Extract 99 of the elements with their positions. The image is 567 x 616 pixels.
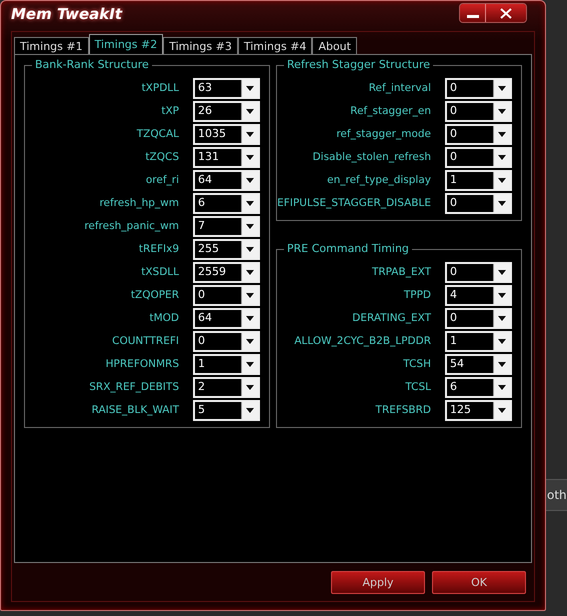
background-text: oth [546,488,567,502]
field-label: ref_stagger_mode [335,127,431,142]
minimize-icon [466,15,478,18]
caret-icon [498,339,506,344]
dropdown-field[interactable]: 6 [445,377,512,398]
caret-icon [246,385,254,390]
minimize-button[interactable] [460,4,486,22]
caret-icon [246,86,254,91]
tab[interactable]: Timings #1 [14,37,89,54]
dropdown-field[interactable]: 2 [193,377,260,398]
field-label: tMOD [148,311,179,326]
caret-icon [246,178,254,183]
caret-icon [246,155,254,160]
caret-icon [246,132,254,137]
caret-icon [498,362,506,367]
dropdown-field[interactable]: 0 [445,308,512,329]
field-label: oref_ri [144,173,179,188]
dropdown-field[interactable]: 4 [445,285,512,306]
dropdown-field[interactable]: 1 [193,354,260,375]
field-label: RAISE_BLK_WAIT [90,403,179,418]
field-label: en_ref_type_display [326,173,431,188]
field-label: TCSL [404,380,431,395]
caret-icon [498,293,506,298]
field-label: SRX_REF_DEBITS [88,380,179,395]
caret-icon [246,224,254,229]
caret-icon [246,408,254,413]
tab[interactable]: Timings #3 [163,37,238,54]
field-label: TRPAB_EXT [370,265,431,280]
dropdown-field[interactable]: 0 [445,124,512,145]
caret-icon [498,109,506,114]
window-title: Mem TweakIt [11,5,122,23]
caret-icon [246,316,254,321]
dropdown-field[interactable]: 125 [445,400,512,421]
close-button[interactable] [486,4,526,22]
field-label: ALLOW_2CYC_B2B_LPDDR [293,334,431,349]
field-label: DERATING_EXT [351,311,431,326]
field-label: TCSH [402,357,431,372]
field-label: refresh_hp_wm [98,196,179,211]
field-label: Ref_stagger_en [349,104,431,119]
tab[interactable]: Timings #2 [88,34,164,54]
field-label: tZQCS [144,150,179,165]
dropdown-field[interactable]: 131 [193,147,260,168]
caret-icon [498,155,506,160]
caret-icon [246,293,254,298]
dropdown-field[interactable]: 1 [445,170,512,191]
caret-icon [498,316,506,321]
dropdown-field[interactable]: 5 [193,400,260,421]
field-label: TPPD [402,288,431,303]
field-label: TREFSBRD [374,403,431,418]
dropdown-field[interactable]: 54 [445,354,512,375]
field-label: refresh_panic_wm [83,219,179,234]
caret-icon [498,201,506,206]
group-title: PRE Command Timing [284,242,412,256]
dropdown-field[interactable]: 0 [193,285,260,306]
tab[interactable]: About [312,37,357,54]
dialog-button[interactable]: OK [432,570,526,594]
dropdown-field[interactable]: 255 [193,239,260,260]
group-title: Refresh Stagger Structure [284,58,433,72]
caret-icon [498,385,506,390]
field-label: Ref_interval [368,81,431,96]
dropdown-field[interactable]: 0 [445,101,512,122]
caret-icon [498,86,506,91]
caret-icon [246,109,254,114]
field-label: tZQOPER [130,288,179,303]
caret-icon [246,201,254,206]
caret-icon [246,247,254,252]
field-label: TZQCAL [136,127,179,142]
dropdown-field[interactable]: 26 [193,101,260,122]
dialog-button[interactable]: Apply [331,570,425,594]
dropdown-field[interactable]: 0 [193,331,260,352]
dropdown-field[interactable]: 1 [445,331,512,352]
field-label: tXPDLL [140,81,179,96]
dropdown-field[interactable]: 2559 [193,262,260,283]
field-label: HPREFONMRS [104,357,179,372]
caret-icon [246,339,254,344]
field-label: tXSDLL [140,265,179,280]
dropdown-field[interactable]: 63 [193,78,260,99]
dropdown-field[interactable]: 6 [193,193,260,214]
close-icon [500,8,512,18]
caret-icon [498,178,506,183]
dropdown-field[interactable]: 0 [445,78,512,99]
dropdown-field[interactable]: 64 [193,170,260,191]
dropdown-field[interactable]: 0 [445,193,512,214]
field-label: tREFIx9 [138,242,179,257]
field-label: COUNTTREFI [111,334,179,349]
dropdown-field[interactable]: 64 [193,308,260,329]
caret-icon [246,270,254,275]
field-label: Disable_stolen_refresh [312,150,431,165]
tab[interactable]: Timings #4 [238,37,312,54]
caret-icon [498,408,506,413]
dropdown-field[interactable]: 0 [445,262,512,283]
caret-icon [498,132,506,137]
caret-icon [246,362,254,367]
dropdown-field[interactable]: 0 [445,147,512,168]
dropdown-field[interactable]: 1035 [193,124,260,145]
caret-icon [498,270,506,275]
dropdown-field[interactable]: 7 [193,216,260,237]
field-label: EFIPULSE_STAGGER_DISABLE [277,196,431,211]
field-label: tXP [160,104,179,119]
